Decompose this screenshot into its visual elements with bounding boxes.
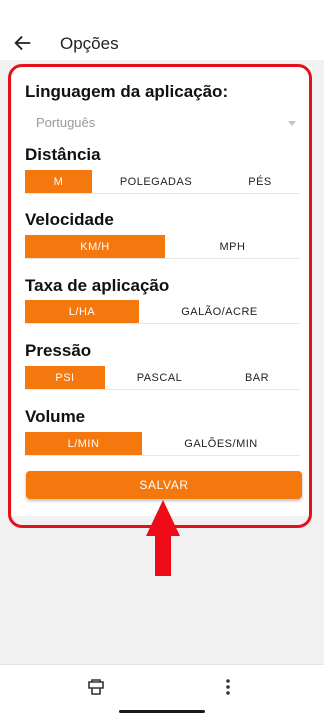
more-vertical-icon[interactable] (222, 677, 234, 697)
home-indicator (119, 710, 205, 713)
red-up-arrow-icon (146, 500, 180, 576)
app-bar: Opções (0, 0, 324, 60)
page-title: Opções (60, 34, 119, 53)
highlight-frame (8, 64, 312, 528)
back-arrow-icon[interactable] (12, 32, 34, 54)
print-icon[interactable] (86, 677, 106, 697)
